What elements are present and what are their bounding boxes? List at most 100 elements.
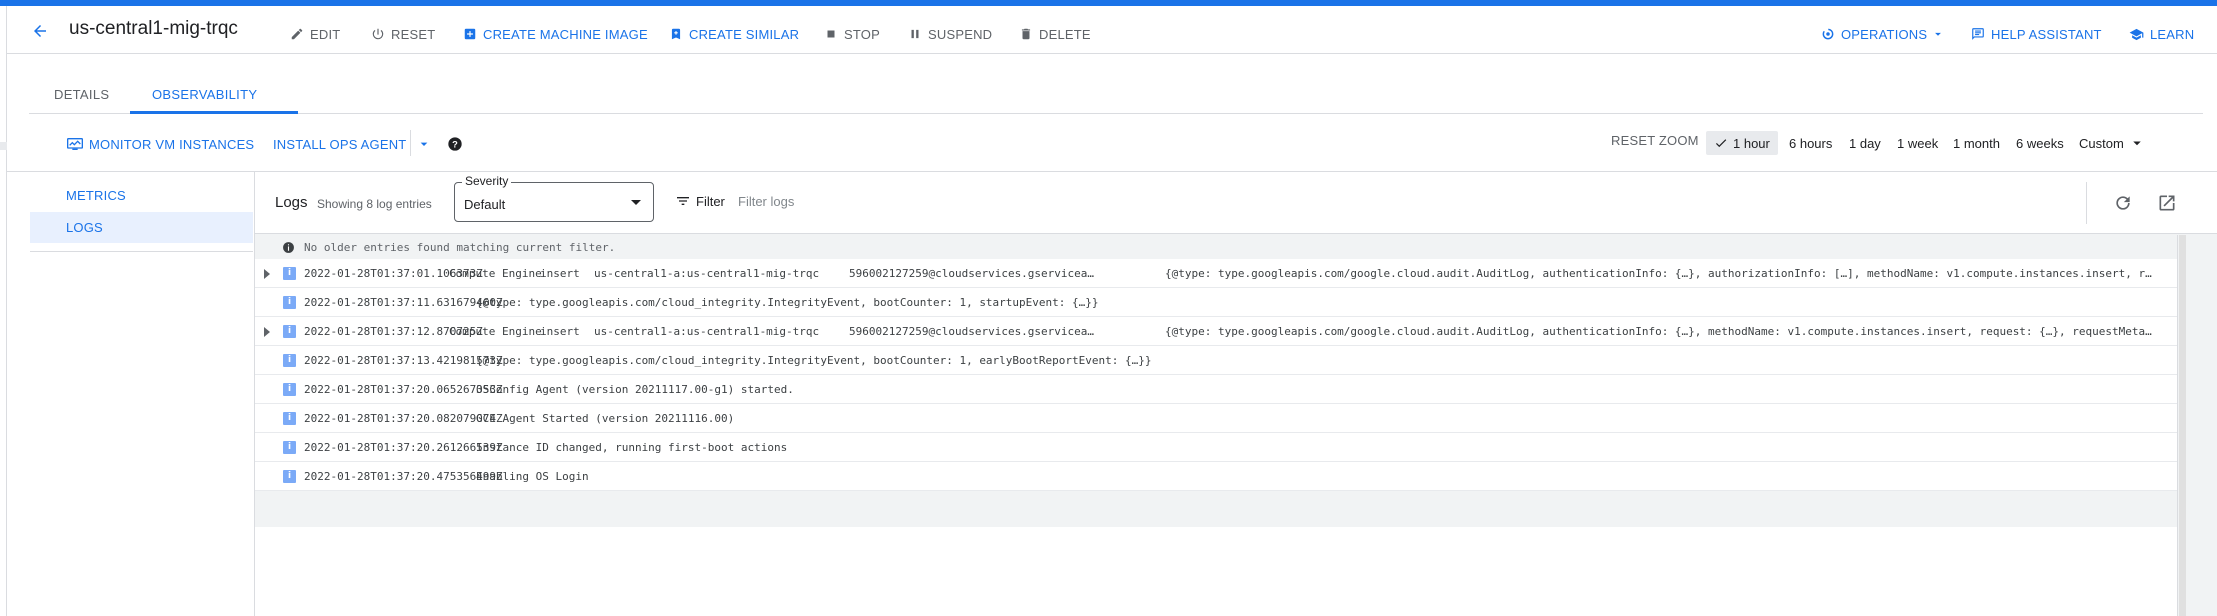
time-range-custom[interactable]: Custom bbox=[2079, 131, 2146, 155]
monitor-vm-instances-label: MONITOR VM INSTANCES bbox=[89, 136, 255, 152]
reset-zoom-button[interactable]: RESET ZOOM bbox=[1611, 133, 1699, 148]
help-button[interactable]: ? bbox=[447, 133, 463, 155]
severity-label: Severity bbox=[462, 174, 512, 188]
back-button[interactable] bbox=[25, 16, 55, 46]
time-range-1-hour[interactable]: 1 hour bbox=[1706, 131, 1778, 155]
time-range-6-weeks[interactable]: 6 weeks bbox=[2016, 131, 2064, 155]
caret-down-icon bbox=[2133, 141, 2141, 146]
log-row[interactable]: i 2022-01-28T01:37:13.421981573Z {@type:… bbox=[255, 346, 2177, 375]
sidebar-item-metrics[interactable]: METRICS bbox=[30, 180, 253, 211]
log-row[interactable]: i 2022-01-28T01:37:20.261266539Z Instanc… bbox=[255, 433, 2177, 462]
info-icon bbox=[283, 242, 294, 253]
reset-label: RESET bbox=[391, 26, 436, 42]
log-payload: {@type: type.googleapis.com/google.cloud… bbox=[1165, 267, 2152, 280]
log-service: Compute Engine bbox=[449, 267, 542, 280]
create-machine-image-label: CREATE MACHINE IMAGE bbox=[483, 26, 648, 42]
severity-info-icon: i bbox=[283, 354, 296, 367]
filter-label: Filter bbox=[696, 193, 725, 209]
reset-button[interactable]: RESET bbox=[371, 19, 435, 49]
log-timestamp: 2022-01-28T01:37:20.082079074Z bbox=[304, 412, 503, 425]
logs-entry-count: Showing 8 log entries bbox=[317, 197, 432, 211]
log-resource: us-central1-a:us-central1-mig-trqc bbox=[594, 267, 820, 280]
feedback-icon bbox=[1972, 28, 1984, 40]
log-timestamp: 2022-01-28T01:37:20.261266539Z bbox=[304, 441, 503, 454]
no-older-entries-notice: No older entries found matching current … bbox=[255, 235, 2177, 259]
suspend-label: SUSPEND bbox=[928, 26, 993, 42]
log-row[interactable]: i 2022-01-28T01:37:11.631679460Z {@type:… bbox=[255, 288, 2177, 317]
tab-observability[interactable]: OBSERVABILITY bbox=[152, 87, 257, 102]
operations-button[interactable]: OPERATIONS bbox=[1821, 19, 1945, 49]
page-title: us-central1-mig-trqc bbox=[69, 18, 238, 39]
sidebar-item-logs[interactable]: LOGS bbox=[30, 212, 253, 243]
severity-info-icon: i bbox=[283, 412, 296, 425]
delete-button[interactable]: DELETE bbox=[1019, 19, 1091, 49]
delete-label: DELETE bbox=[1039, 26, 1091, 42]
create-similar-button[interactable]: CREATE SIMILAR bbox=[669, 19, 799, 49]
log-row[interactable]: i 2022-01-28T01:37:20.082079074Z GCE Age… bbox=[255, 404, 2177, 433]
learn-label: LEARN bbox=[2150, 26, 2195, 42]
open-in-new-icon bbox=[2159, 195, 2175, 211]
install-ops-agent-dropdown[interactable] bbox=[416, 133, 432, 155]
log-summary: Enabling OS Login bbox=[476, 470, 589, 483]
time-range-1-day[interactable]: 1 day bbox=[1849, 131, 1881, 155]
header-separator bbox=[2086, 182, 2087, 224]
log-row[interactable]: i 2022-01-28T01:37:12.870725Z Compute En… bbox=[255, 317, 2177, 346]
create-similar-label: CREATE SIMILAR bbox=[689, 26, 800, 42]
severity-info-icon: i bbox=[283, 441, 296, 454]
expand-row-icon[interactable] bbox=[264, 269, 270, 279]
caret-down-icon bbox=[420, 142, 428, 146]
severity-info-icon: i bbox=[283, 296, 296, 309]
refresh-button[interactable] bbox=[2111, 191, 2135, 215]
tab-bar: DETAILS OBSERVABILITY bbox=[29, 79, 2203, 114]
page-header: us-central1-mig-trqc EDIT RESET CREATE M… bbox=[7, 6, 2217, 54]
log-method: insert bbox=[540, 325, 580, 338]
arrow-back-icon bbox=[34, 25, 46, 37]
log-row[interactable]: i 2022-01-28T01:37:20.065267353Z OSConfi… bbox=[255, 375, 2177, 404]
caret-down-icon bbox=[1935, 32, 1942, 36]
create-machine-image-button[interactable]: CREATE MACHINE IMAGE bbox=[463, 19, 648, 49]
severity-select[interactable]: Severity Default bbox=[454, 174, 654, 222]
expand-row-icon[interactable] bbox=[264, 327, 270, 337]
severity-info-icon: i bbox=[283, 267, 296, 280]
monitoring-icon bbox=[67, 138, 83, 150]
severity-info-icon: i bbox=[283, 470, 296, 483]
suspend-button[interactable]: SUSPEND bbox=[908, 19, 992, 49]
filter-button[interactable]: Filter bbox=[675, 193, 725, 209]
time-range-1-week[interactable]: 1 week bbox=[1897, 131, 1938, 155]
help-assistant-label: HELP ASSISTANT bbox=[1991, 26, 2102, 42]
install-ops-agent-button[interactable]: INSTALL OPS AGENT bbox=[273, 133, 406, 155]
refresh-icon bbox=[2116, 196, 2130, 210]
monitor-vm-instances-button[interactable]: MONITOR VM INSTANCES bbox=[67, 133, 254, 155]
severity-info-icon: i bbox=[283, 383, 296, 396]
filter-logs-input[interactable] bbox=[738, 186, 1038, 216]
log-summary: Instance ID changed, running first-boot … bbox=[476, 441, 788, 454]
filter-icon bbox=[677, 197, 689, 205]
tab-details[interactable]: DETAILS bbox=[54, 87, 109, 102]
help-assistant-button[interactable]: HELP ASSISTANT bbox=[1971, 19, 2102, 49]
stop-label: STOP bbox=[844, 26, 880, 42]
learn-button[interactable]: LEARN bbox=[2129, 19, 2194, 49]
log-empty-area bbox=[255, 527, 2177, 616]
time-range-label: 1 hour bbox=[1733, 135, 1770, 151]
add-box-icon bbox=[464, 28, 476, 40]
open-in-new-button[interactable] bbox=[2155, 191, 2179, 215]
log-method: insert bbox=[540, 267, 580, 280]
stop-button[interactable]: STOP bbox=[824, 19, 880, 49]
logs-title: Logs bbox=[275, 194, 308, 211]
caret-down-icon bbox=[631, 200, 641, 205]
log-row[interactable]: i 2022-01-28T01:37:01.106373Z Compute En… bbox=[255, 259, 2177, 288]
log-timestamp: 2022-01-28T01:37:20.475356499Z bbox=[304, 470, 503, 483]
operations-icon bbox=[1822, 28, 1834, 40]
log-scrollbar[interactable] bbox=[2177, 235, 2186, 616]
bookmark-add-icon bbox=[671, 28, 681, 40]
help-circle-icon: ? bbox=[448, 137, 462, 151]
log-row[interactable]: i 2022-01-28T01:37:20.475356499Z Enablin… bbox=[255, 462, 2177, 491]
log-scrollbar-thumb[interactable] bbox=[2179, 235, 2186, 616]
edit-button[interactable]: EDIT bbox=[290, 19, 340, 49]
svg-text:?: ? bbox=[452, 139, 458, 149]
power-icon bbox=[372, 28, 384, 40]
left-rail-marker bbox=[0, 142, 7, 150]
time-range-1-month[interactable]: 1 month bbox=[1953, 131, 2000, 155]
log-service: Compute Engine bbox=[449, 325, 542, 338]
time-range-6-hours[interactable]: 6 hours bbox=[1789, 131, 1832, 155]
